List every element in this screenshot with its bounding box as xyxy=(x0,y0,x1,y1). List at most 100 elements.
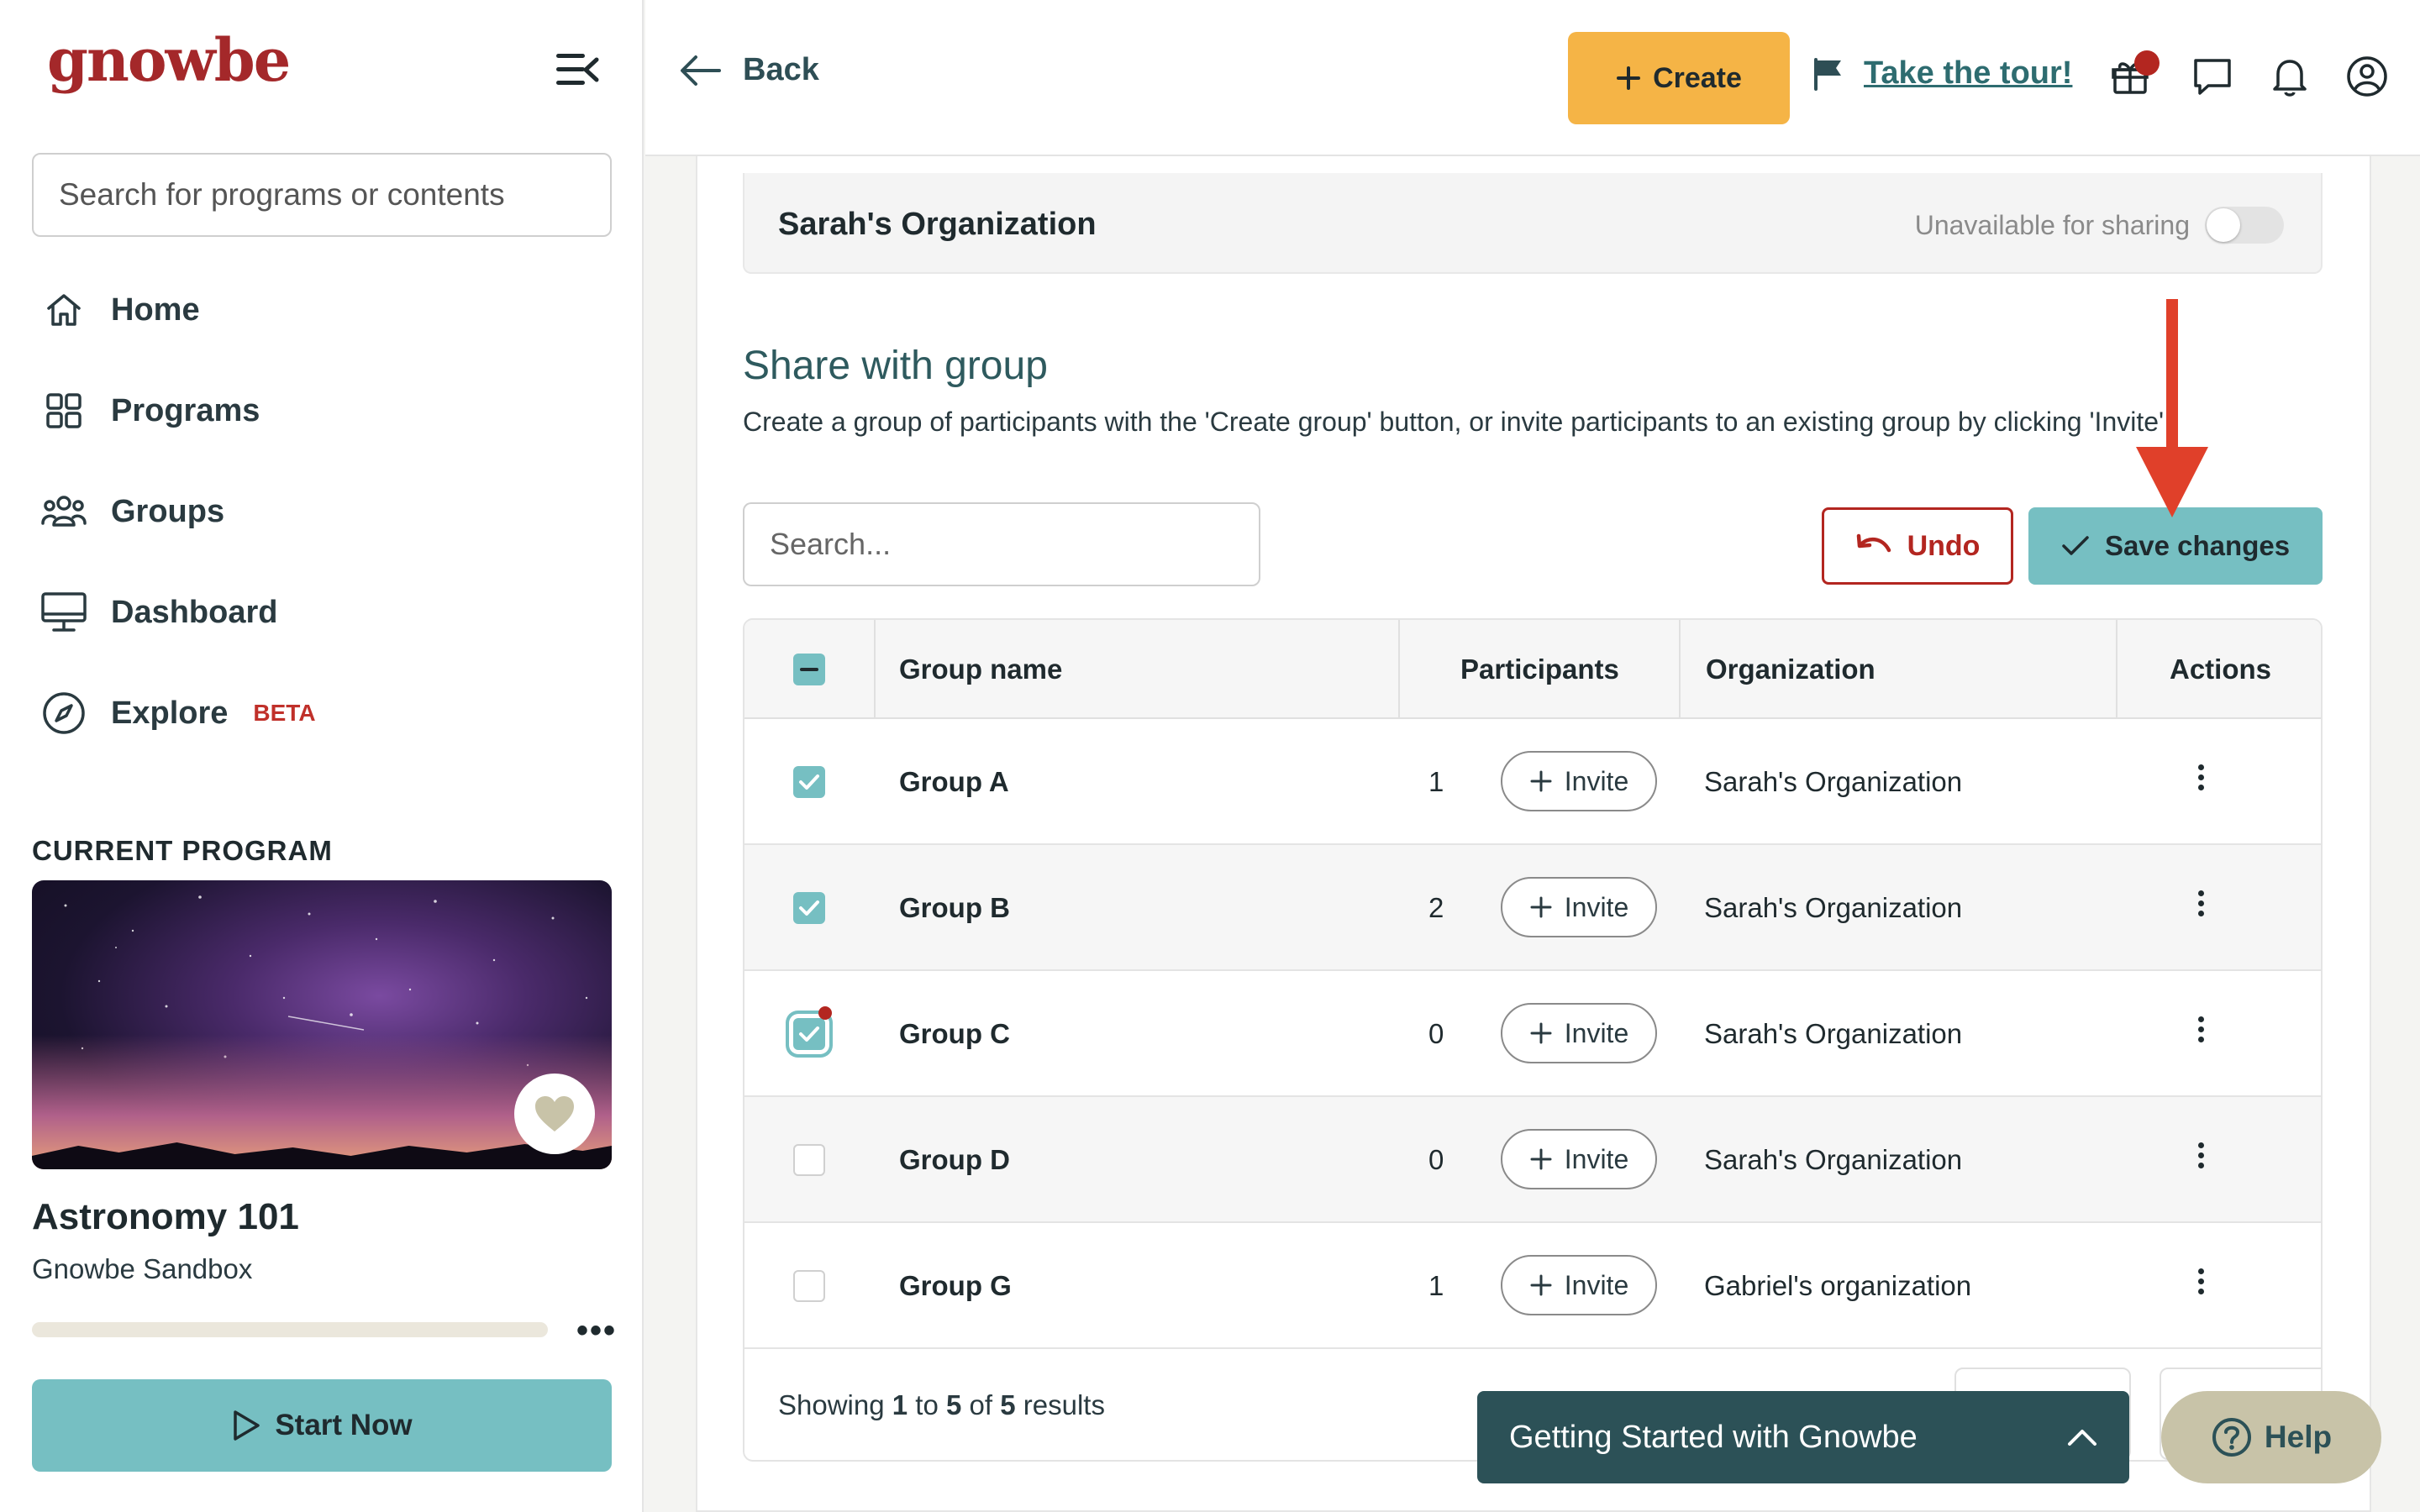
back-label: Back xyxy=(743,52,819,87)
help-label: Help xyxy=(2264,1420,2333,1454)
row-checkbox[interactable] xyxy=(793,1144,825,1176)
group-name[interactable]: Group G xyxy=(899,1270,1012,1302)
sharing-toggle[interactable] xyxy=(2205,207,2284,244)
row-actions-kebab-icon[interactable] xyxy=(2198,1142,2207,1173)
monitor-icon xyxy=(39,587,89,638)
showing-to-word: to xyxy=(915,1389,939,1420)
column-divider xyxy=(1679,620,1681,719)
header-organization[interactable]: Organization xyxy=(1706,654,1876,685)
current-program-heading: CURRENT PROGRAM xyxy=(32,835,333,866)
organization-cell: Sarah's Organization xyxy=(1704,766,1963,797)
select-all-checkbox[interactable] xyxy=(793,654,825,685)
row-checkbox[interactable] xyxy=(793,766,825,798)
nav-label-groups: Groups xyxy=(111,493,225,529)
more-options-icon[interactable]: ••• xyxy=(576,1312,617,1350)
participant-count: 1 xyxy=(1428,1270,1444,1301)
start-now-button[interactable]: Start Now xyxy=(32,1379,612,1472)
program-progress-bar xyxy=(32,1322,548,1337)
gift-icon[interactable] xyxy=(2106,50,2160,101)
heart-icon xyxy=(535,1096,574,1131)
group-name[interactable]: Group B xyxy=(899,892,1010,924)
nav-label-explore: Explore xyxy=(111,695,229,731)
compass-icon xyxy=(39,688,89,738)
create-button[interactable]: Create xyxy=(1568,32,1790,124)
invite-button[interactable]: Invite xyxy=(1501,1129,1657,1189)
nav-item-dashboard[interactable]: Dashboard xyxy=(39,583,277,642)
collapse-sidebar-icon[interactable] xyxy=(556,52,600,86)
row-actions-kebab-icon[interactable] xyxy=(2198,1268,2207,1299)
showing-to: 5 xyxy=(946,1389,962,1420)
table-row: Group C 0 Invite Sarah's Organization xyxy=(744,971,2321,1097)
row-checkbox[interactable] xyxy=(793,1270,825,1302)
favorite-button[interactable] xyxy=(514,1074,595,1154)
nav-label-dashboard: Dashboard xyxy=(111,594,278,630)
toggle-knob xyxy=(2207,208,2240,242)
nav-item-groups[interactable]: Groups xyxy=(39,482,224,541)
column-divider xyxy=(1398,620,1400,719)
plus-icon xyxy=(1530,770,1552,792)
invite-button[interactable]: Invite xyxy=(1501,877,1657,937)
start-now-label: Start Now xyxy=(275,1409,413,1441)
group-name[interactable]: Group C xyxy=(899,1018,1010,1050)
participant-count: 2 xyxy=(1428,892,1444,923)
sharing-status: Unavailable for sharing xyxy=(1914,210,2190,240)
table-header: Group name Participants Organization Act… xyxy=(744,620,2321,719)
profile-icon[interactable] xyxy=(2343,52,2391,101)
table-row: Group D 0 Invite Sarah's Organization xyxy=(744,1097,2321,1223)
header-group-name[interactable]: Group name xyxy=(899,654,1062,685)
row-checkbox[interactable] xyxy=(793,1006,832,1050)
invite-button[interactable]: Invite xyxy=(1501,1255,1657,1315)
showing-suffix: results xyxy=(1023,1389,1105,1420)
check-icon xyxy=(2062,536,2089,555)
row-actions-kebab-icon[interactable] xyxy=(2198,890,2207,921)
take-tour-link[interactable]: Take the tour! xyxy=(1812,55,2072,92)
notification-dot xyxy=(2134,50,2160,76)
invite-label: Invite xyxy=(1564,891,1629,922)
back-button[interactable]: Back xyxy=(679,52,819,88)
plus-icon xyxy=(1530,1148,1552,1170)
program-search-input[interactable]: Search for programs or contents xyxy=(32,153,612,237)
undo-icon xyxy=(1856,533,1891,553)
getting-started-panel[interactable]: Getting Started with Gnowbe xyxy=(1477,1391,2129,1483)
showing-of-word: of xyxy=(969,1389,993,1420)
invite-button[interactable]: Invite xyxy=(1501,1003,1657,1063)
row-actions-kebab-icon[interactable] xyxy=(2198,764,2207,795)
table-row: Group A 1 Invite Sarah's Organization xyxy=(744,719,2321,845)
save-changes-button[interactable]: Save changes xyxy=(2028,507,2323,585)
showing-from: 1 xyxy=(892,1389,908,1420)
annotation-arrow-head xyxy=(2136,447,2208,517)
getting-started-label: Getting Started with Gnowbe xyxy=(1509,1419,1918,1455)
plus-icon xyxy=(1617,66,1641,90)
gnowbe-logo[interactable]: gnowbe xyxy=(47,25,291,95)
share-group-heading: Share with group xyxy=(743,344,1048,388)
program-subtitle: Gnowbe Sandbox xyxy=(32,1253,253,1284)
nav-item-explore[interactable]: Explore BETA xyxy=(39,684,316,743)
users-icon xyxy=(39,486,89,537)
header-actions: Actions xyxy=(2170,654,2272,685)
program-title[interactable]: Astronomy 101 xyxy=(32,1196,299,1238)
invite-button[interactable]: Invite xyxy=(1501,751,1657,811)
help-button[interactable]: Help xyxy=(2161,1391,2381,1483)
column-divider xyxy=(874,620,876,719)
participant-count: 1 xyxy=(1428,766,1444,797)
row-checkbox[interactable] xyxy=(793,892,825,924)
table-row: Group B 2 Invite Sarah's Organization xyxy=(744,845,2321,971)
nav-item-home[interactable]: Home xyxy=(39,281,200,339)
group-name[interactable]: Group D xyxy=(899,1144,1010,1176)
nav-item-programs[interactable]: Programs xyxy=(39,381,260,440)
group-search-input[interactable]: Search... xyxy=(743,502,1260,586)
invite-label: Invite xyxy=(1564,1017,1629,1048)
header-participants[interactable]: Participants xyxy=(1460,654,1619,685)
bell-icon[interactable] xyxy=(2265,52,2314,101)
table-row: Group G 1 Invite Gabriel's organization xyxy=(744,1223,2321,1349)
chat-icon[interactable] xyxy=(2188,52,2237,101)
program-cover-image[interactable] xyxy=(32,880,612,1169)
pagination-summary: Showing 1 to 5 of 5 results xyxy=(778,1389,1105,1421)
row-actions-kebab-icon[interactable] xyxy=(2198,1016,2207,1047)
undo-button[interactable]: Undo xyxy=(1822,507,2013,585)
chevron-up-icon[interactable] xyxy=(2067,1428,2097,1446)
help-circle-icon xyxy=(2212,1418,2251,1457)
group-name[interactable]: Group A xyxy=(899,766,1009,798)
changed-indicator-dot xyxy=(818,1006,832,1020)
nav-label-programs: Programs xyxy=(111,392,260,428)
